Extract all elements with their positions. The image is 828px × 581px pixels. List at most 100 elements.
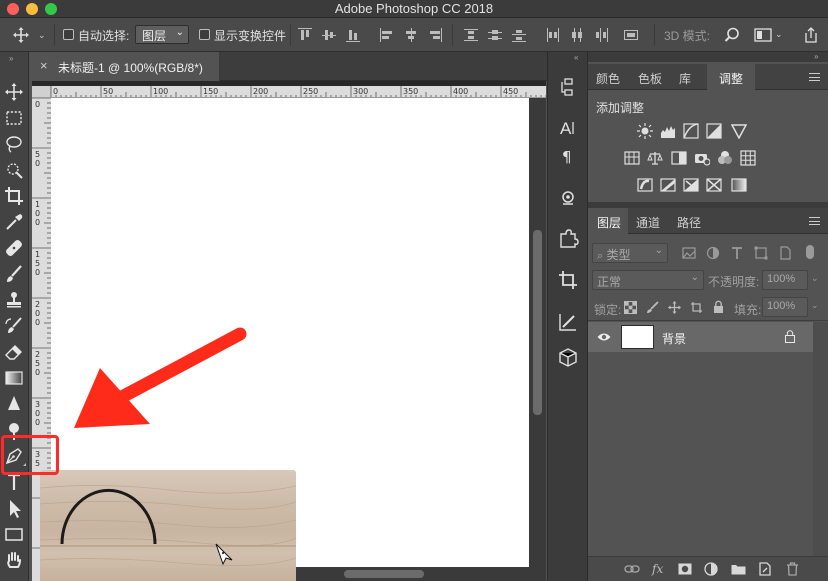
- quick-select-tool-button[interactable]: [2, 158, 26, 182]
- filter-type-icon[interactable]: [730, 246, 744, 260]
- filter-smart-object-icon[interactable]: [778, 246, 792, 260]
- show-transform-checkbox[interactable]: [199, 29, 210, 40]
- tab-swatches[interactable]: 色板: [638, 70, 662, 87]
- history-brush-tool-button[interactable]: [2, 314, 26, 338]
- posterize-icon[interactable]: [660, 177, 676, 193]
- new-layer-icon[interactable]: [758, 562, 772, 576]
- align-hcenter-icon[interactable]: [404, 28, 418, 42]
- gradient-tool-button[interactable]: [2, 366, 26, 390]
- selective-color-icon[interactable]: [706, 177, 722, 193]
- align-top-icon[interactable]: [298, 28, 312, 42]
- add-mask-icon[interactable]: [678, 563, 692, 575]
- distribute-vcenter-icon[interactable]: [488, 28, 502, 42]
- rectangle-tool-button[interactable]: [2, 522, 26, 546]
- fill-chevron-icon[interactable]: ⌄: [811, 300, 819, 311]
- tab-paths[interactable]: 路径: [677, 214, 701, 231]
- black-white-icon[interactable]: [671, 150, 687, 166]
- 3d-panel-button[interactable]: [556, 346, 580, 370]
- opacity-input[interactable]: 100%: [762, 270, 808, 290]
- layer-filter-dropdown[interactable]: ⌕ 类型 ⌄: [592, 243, 668, 263]
- lasso-tool-button[interactable]: [2, 132, 26, 156]
- tab-adjustments[interactable]: 调整: [719, 70, 743, 87]
- lock-pixels-icon[interactable]: [646, 301, 659, 314]
- character-panel-button[interactable]: A: [556, 116, 580, 140]
- exposure-icon[interactable]: [706, 123, 722, 139]
- auto-select-dropdown[interactable]: 图层 ⌄: [135, 25, 189, 44]
- layer-row-background[interactable]: 背景: [588, 322, 813, 352]
- close-document-icon[interactable]: ×: [40, 58, 48, 73]
- align-vcenter-icon[interactable]: [322, 28, 336, 42]
- photo-filter-icon[interactable]: [694, 150, 710, 166]
- distribute-right-icon[interactable]: [594, 28, 608, 42]
- hand-tool-button[interactable]: [2, 548, 26, 572]
- curves-icon[interactable]: [683, 123, 699, 139]
- color-balance-icon[interactable]: [647, 150, 663, 166]
- levels-icon[interactable]: [660, 123, 676, 139]
- panel-menu-icon[interactable]: [809, 73, 820, 81]
- gradient-map-icon[interactable]: [731, 177, 747, 193]
- auto-align-icon[interactable]: [624, 28, 638, 42]
- opacity-chevron-icon[interactable]: ⌄: [811, 273, 819, 284]
- tab-layers[interactable]: 图层: [597, 214, 621, 231]
- filter-shape-icon[interactable]: [754, 246, 768, 260]
- eraser-tool-button[interactable]: [2, 340, 26, 364]
- align-bottom-icon[interactable]: [346, 28, 360, 42]
- horizontal-scroll-thumb[interactable]: [344, 570, 424, 578]
- align-left-icon[interactable]: [380, 28, 394, 42]
- path-selection-tool-button[interactable]: [2, 496, 26, 520]
- collapse-tools-icon[interactable]: »: [9, 54, 13, 63]
- lock-all-icon[interactable]: [712, 300, 725, 314]
- layers-scroll-track[interactable]: [813, 322, 828, 556]
- layers-panel-menu-icon[interactable]: [809, 217, 820, 225]
- distribute-top-icon[interactable]: [464, 28, 478, 42]
- lock-transparent-icon[interactable]: [624, 301, 637, 314]
- crop-tool-button[interactable]: [2, 184, 26, 208]
- tab-color[interactable]: 颜色: [596, 70, 620, 87]
- blur-tool-button[interactable]: [2, 392, 26, 416]
- layer-lock-icon[interactable]: [785, 330, 795, 343]
- workspace-icon[interactable]: [754, 27, 772, 43]
- invert-icon[interactable]: [637, 177, 653, 193]
- collapse-dock-icon[interactable]: «: [574, 53, 578, 62]
- history-panel-button[interactable]: [556, 76, 580, 100]
- distribute-bottom-icon[interactable]: [512, 28, 526, 42]
- blend-mode-dropdown[interactable]: 正常 ⌄: [592, 270, 704, 290]
- paragraph-panel-button[interactable]: ¶: [556, 144, 580, 168]
- channel-mixer-icon[interactable]: [717, 150, 733, 166]
- lock-artboard-icon[interactable]: [690, 301, 703, 314]
- new-adjustment-layer-icon[interactable]: [704, 562, 718, 576]
- filter-adjustment-icon[interactable]: [706, 246, 720, 260]
- tab-libraries[interactable]: 库: [679, 70, 691, 87]
- vertical-scroll-thumb[interactable]: [533, 230, 542, 415]
- link-layers-icon[interactable]: [624, 563, 640, 575]
- marquee-tool-button[interactable]: [2, 106, 26, 130]
- search-icon[interactable]: [724, 27, 740, 43]
- workspace-chevron-icon[interactable]: ⌄: [775, 29, 783, 40]
- expand-panels-icon[interactable]: »: [814, 52, 818, 61]
- align-right-icon[interactable]: [428, 28, 442, 42]
- brush-tool-button[interactable]: [2, 262, 26, 286]
- distribute-left-icon[interactable]: [546, 28, 560, 42]
- healing-brush-tool-button[interactable]: [2, 236, 26, 260]
- measurement-panel-button[interactable]: [556, 310, 580, 334]
- color-lookup-icon[interactable]: [740, 150, 756, 166]
- visibility-eye-icon[interactable]: [597, 332, 611, 342]
- vibrance-icon[interactable]: [731, 123, 747, 139]
- actions-panel-button[interactable]: [556, 226, 580, 250]
- properties-panel-button[interactable]: [556, 186, 580, 210]
- filter-pixel-icon[interactable]: [682, 246, 696, 260]
- document-tab[interactable]: × 未标题-1 @ 100%(RGB/8*): [32, 52, 220, 81]
- crop-panel-button[interactable]: [556, 268, 580, 292]
- filter-toggle[interactable]: [806, 245, 814, 259]
- new-group-folder-icon[interactable]: [731, 563, 746, 575]
- eyedropper-tool-button[interactable]: [2, 210, 26, 234]
- move-tool-button[interactable]: [2, 80, 26, 104]
- move-tool-icon[interactable]: [13, 27, 29, 43]
- clone-stamp-tool-button[interactable]: [2, 288, 26, 312]
- delete-layer-trash-icon[interactable]: [786, 562, 799, 576]
- ruler-origin[interactable]: [32, 86, 51, 98]
- layer-style-fx-icon[interactable]: fx: [652, 562, 666, 576]
- lock-position-icon[interactable]: [668, 301, 681, 314]
- brightness-contrast-icon[interactable]: [637, 123, 653, 139]
- threshold-icon[interactable]: [683, 177, 699, 193]
